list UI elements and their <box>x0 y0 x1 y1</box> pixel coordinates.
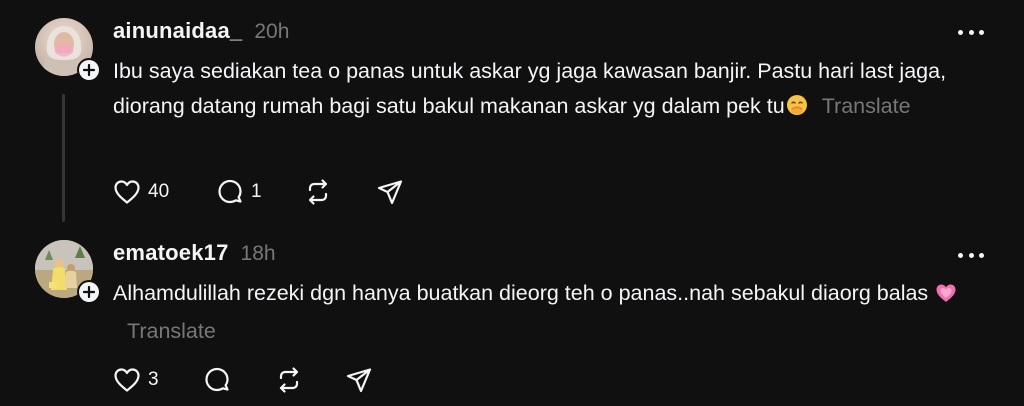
heart-icon <box>114 180 140 204</box>
comment-count: 1 <box>251 181 262 202</box>
comment-button[interactable] <box>203 366 275 394</box>
follow-plus-icon <box>83 64 95 76</box>
post-actions: 40 1 <box>113 178 404 206</box>
avatar-container[interactable] <box>35 18 101 82</box>
more-icon <box>958 29 963 35</box>
growing-heart-emoji <box>935 279 957 314</box>
share-button[interactable] <box>345 366 373 394</box>
translate-link[interactable]: Translate <box>127 319 216 343</box>
thread-connector-line <box>62 94 65 222</box>
share-button[interactable] <box>376 178 404 206</box>
follow-button[interactable] <box>77 280 101 304</box>
share-icon <box>346 368 372 393</box>
post-header: ematoek17 18h <box>113 240 276 266</box>
more-icon <box>958 252 963 258</box>
like-count: 40 <box>148 181 170 202</box>
timestamp[interactable]: 18h <box>241 242 276 266</box>
post-text: Ibu saya sediakan tea o panas untuk aska… <box>113 54 998 127</box>
repost-button[interactable] <box>304 178 376 206</box>
face-with-hand-over-mouth-emoji <box>786 92 808 127</box>
like-button[interactable]: 3 <box>113 367 203 393</box>
follow-plus-icon <box>83 286 95 298</box>
thread-post: ainunaidaa_ 20h Ibu saya sediakan tea o … <box>0 0 1024 228</box>
comment-button[interactable]: 1 <box>216 178 304 206</box>
more-options-button[interactable] <box>958 27 984 37</box>
username[interactable]: ainunaidaa_ <box>113 18 242 44</box>
timestamp[interactable]: 20h <box>254 20 289 44</box>
comment-icon <box>218 179 242 204</box>
translate-link[interactable]: Translate <box>822 94 911 118</box>
follow-button[interactable] <box>77 58 101 82</box>
post-header: ainunaidaa_ 20h <box>113 18 289 44</box>
repost-icon <box>279 367 299 393</box>
username[interactable]: ematoek17 <box>113 240 229 266</box>
repost-button[interactable] <box>275 366 345 394</box>
thread-post: ematoek17 18h Alhamdulillah rezeki dgn h… <box>0 228 1024 406</box>
repost-icon <box>308 179 328 205</box>
comment-icon <box>205 367 229 392</box>
share-icon <box>377 180 403 205</box>
post-body: Alhamdulillah rezeki dgn hanya buatkan d… <box>113 281 929 305</box>
heart-icon <box>114 368 140 392</box>
more-options-button[interactable] <box>958 250 984 260</box>
avatar-container[interactable] <box>35 240 101 304</box>
like-count: 3 <box>148 369 159 390</box>
post-text: Alhamdulillah rezeki dgn hanya buatkan d… <box>113 276 998 349</box>
like-button[interactable]: 40 <box>113 179 216 205</box>
post-actions: 3 <box>113 366 373 394</box>
